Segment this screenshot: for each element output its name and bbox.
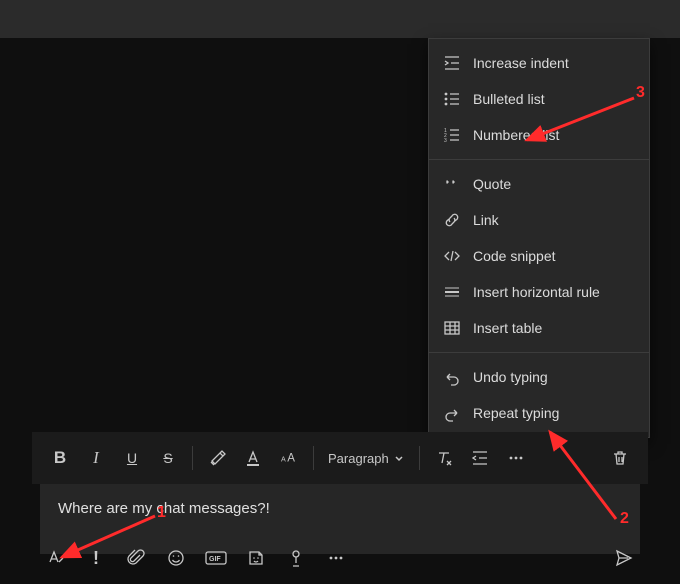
svg-text:A: A (281, 456, 286, 464)
font-size-button[interactable]: AA (271, 440, 307, 476)
indent-increase-icon (443, 54, 461, 72)
menu-item-label: Insert table (473, 320, 542, 336)
toolbar-separator (419, 446, 420, 470)
font-color-button[interactable] (235, 440, 271, 476)
quote-icon (443, 175, 461, 193)
menu-code-snippet[interactable]: Code snippet (429, 238, 649, 274)
praise-button[interactable] (276, 538, 316, 578)
link-icon (443, 211, 461, 229)
menu-separator (429, 352, 649, 353)
send-button[interactable] (604, 538, 644, 578)
menu-item-label: Numbered list (473, 127, 559, 143)
compose-bottom-bar: ! GIF (32, 532, 648, 584)
more-options-button[interactable] (498, 440, 534, 476)
delete-button[interactable] (602, 440, 638, 476)
svg-text:A: A (287, 453, 295, 465)
insert-table-icon (443, 319, 461, 337)
chevron-down-icon (393, 452, 405, 464)
redo-icon (443, 404, 461, 422)
code-snippet-icon (443, 247, 461, 265)
bulleted-list-icon (443, 90, 461, 108)
menu-item-label: Insert horizontal rule (473, 284, 600, 300)
gif-button[interactable]: GIF (196, 538, 236, 578)
menu-increase-indent[interactable]: Increase indent (429, 45, 649, 81)
menu-item-label: Undo typing (473, 369, 548, 385)
menu-item-label: Quote (473, 176, 511, 192)
toolbar-separator (192, 446, 193, 470)
menu-quote[interactable]: Quote (429, 166, 649, 202)
menu-item-label: Code snippet (473, 248, 556, 264)
menu-numbered-list[interactable]: 123 Numbered list (429, 117, 649, 153)
undo-icon (443, 368, 461, 386)
format-toolbar: B I U S AA Paragraph (32, 432, 648, 484)
horizontal-rule-icon (443, 283, 461, 301)
menu-item-label: Repeat typing (473, 405, 559, 421)
editor-text: Where are my chat messages?! (58, 500, 270, 517)
paragraph-style-label: Paragraph (328, 451, 389, 466)
emoji-button[interactable] (156, 538, 196, 578)
menu-item-label: Link (473, 212, 499, 228)
clear-formatting-button[interactable] (426, 440, 462, 476)
highlight-button[interactable] (199, 440, 235, 476)
menu-undo[interactable]: Undo typing (429, 359, 649, 395)
menu-horizontal-rule[interactable]: Insert horizontal rule (429, 274, 649, 310)
menu-item-label: Bulleted list (473, 91, 545, 107)
decrease-indent-button[interactable] (462, 440, 498, 476)
sticker-button[interactable] (236, 538, 276, 578)
menu-insert-table[interactable]: Insert table (429, 310, 649, 346)
menu-bulleted-list[interactable]: Bulleted list (429, 81, 649, 117)
bold-button[interactable]: B (42, 440, 78, 476)
toolbar-separator (313, 446, 314, 470)
paragraph-style-dropdown[interactable]: Paragraph (320, 440, 413, 476)
menu-redo[interactable]: Repeat typing (429, 395, 649, 431)
underline-button[interactable]: U (114, 440, 150, 476)
more-apps-button[interactable] (316, 538, 356, 578)
window-titlebar (0, 0, 680, 38)
importance-button[interactable]: ! (76, 538, 116, 578)
menu-separator (429, 159, 649, 160)
numbered-list-icon: 123 (443, 126, 461, 144)
italic-button[interactable]: I (78, 440, 114, 476)
format-toggle-button[interactable] (36, 538, 76, 578)
menu-link[interactable]: Link (429, 202, 649, 238)
svg-text:GIF: GIF (209, 556, 221, 563)
attach-button[interactable] (116, 538, 156, 578)
svg-text:3: 3 (444, 138, 447, 144)
strikethrough-button[interactable]: S (150, 440, 186, 476)
more-options-menu: Increase indent Bulleted list 123 Number… (428, 38, 650, 438)
menu-item-label: Increase indent (473, 55, 569, 71)
